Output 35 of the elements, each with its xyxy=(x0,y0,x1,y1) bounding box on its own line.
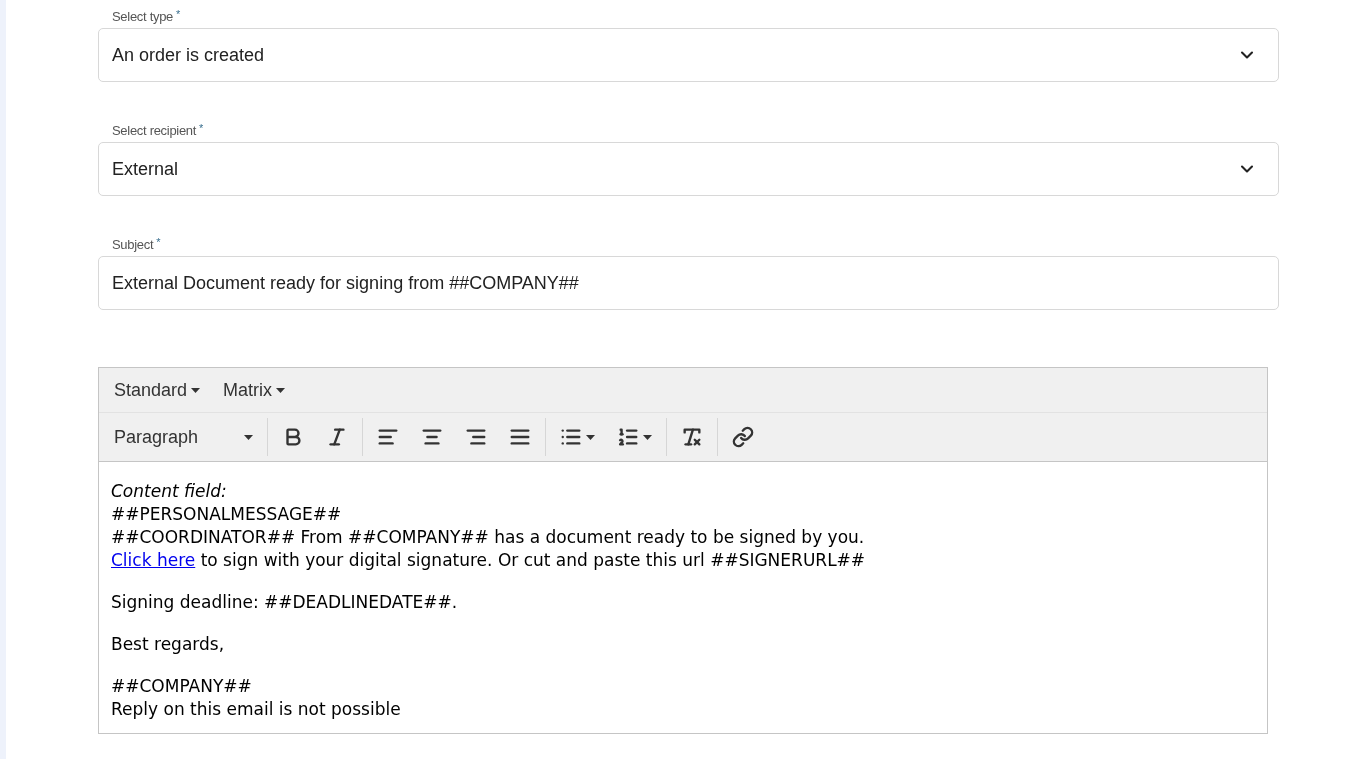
caret-icon xyxy=(191,387,201,393)
italic-icon xyxy=(326,426,348,448)
field-label: Subject xyxy=(112,236,154,254)
clear-format-icon xyxy=(681,426,703,448)
content-heading: Content field: xyxy=(111,480,227,503)
required-asterisk: * xyxy=(199,122,204,134)
caret-icon xyxy=(276,387,286,393)
caret-icon xyxy=(244,434,253,440)
content-text: ##COMPANY## xyxy=(111,675,252,698)
content-text: Reply on this email is not possible xyxy=(111,698,401,721)
link[interactable]: Click here xyxy=(111,549,196,572)
content-text: ##COORDINATOR## From ##COMPANY## has a document ready to be signed by you. xyxy=(111,526,865,549)
block-format-dropdown[interactable]: Paragraph xyxy=(99,423,267,451)
align-center-icon xyxy=(421,426,443,448)
field-label: Select recipient xyxy=(112,122,197,140)
content-text: Best regards, xyxy=(111,633,225,656)
link-icon xyxy=(732,426,754,448)
input-field[interactable]: External Document ready for signing from ##COMPANY## xyxy=(98,256,1279,310)
required-asterisk: * xyxy=(156,236,161,248)
align-right-icon xyxy=(465,426,487,448)
content-text: ##PERSONALMESSAGE## xyxy=(111,503,342,526)
select-field[interactable]: External xyxy=(98,142,1279,196)
align-left-icon xyxy=(377,426,399,448)
menu-button[interactable]: Matrix xyxy=(223,376,286,404)
content-text: Signing deadline: ##DEADLINEDATE##. xyxy=(111,591,458,614)
required-asterisk: * xyxy=(176,8,181,20)
caret-icon xyxy=(586,434,595,440)
select-field[interactable]: An order is created xyxy=(98,28,1279,82)
caret-icon xyxy=(643,434,652,440)
bullet-list-icon xyxy=(560,426,582,448)
align-justify-icon xyxy=(509,426,531,448)
content-text: to sign with your digital signature. Or cut and paste this url ##SIGNERURL## xyxy=(199,549,866,572)
field-label: Select type xyxy=(112,8,173,26)
menu-button[interactable]: Standard xyxy=(114,376,201,404)
numbered-list-icon xyxy=(617,426,639,448)
